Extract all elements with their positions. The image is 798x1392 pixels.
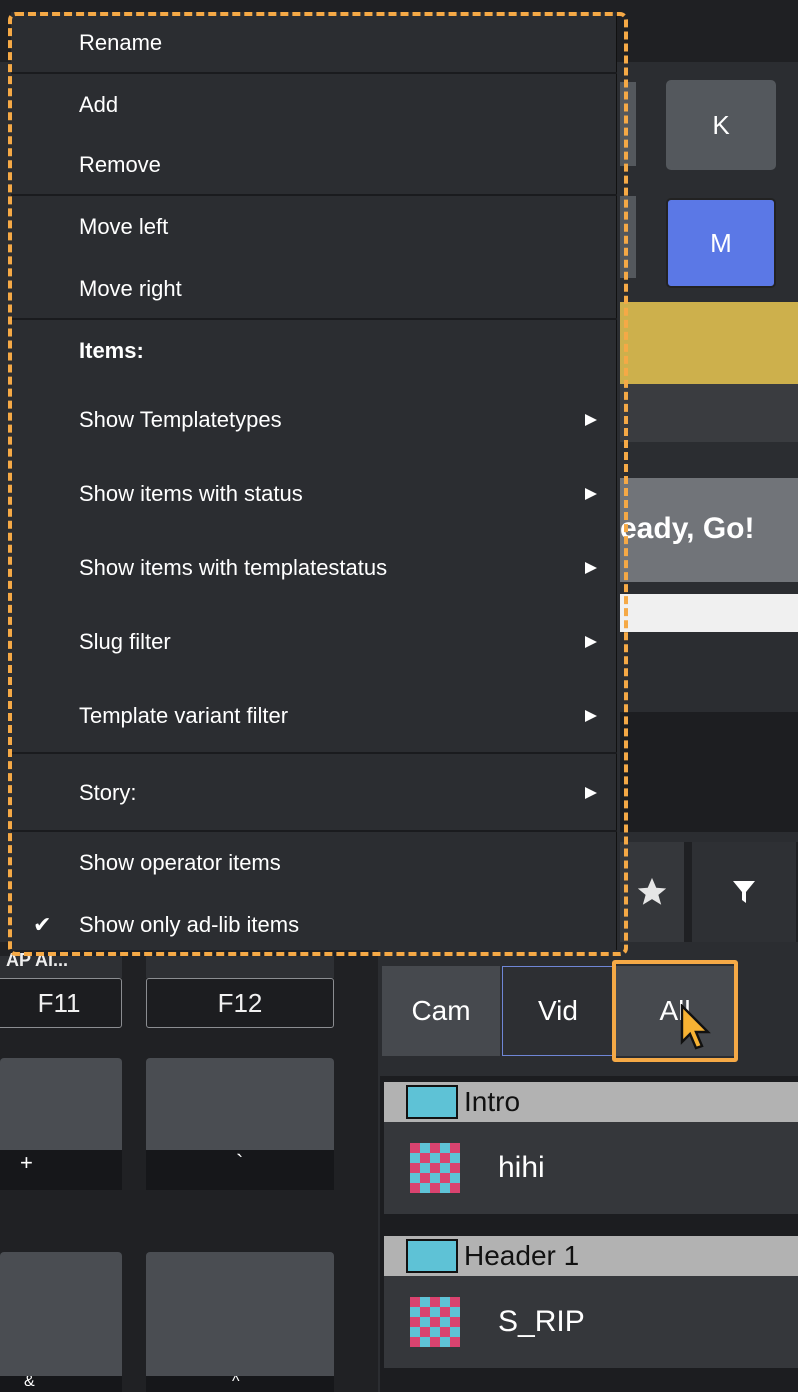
menu-item-label: Show operator items <box>79 850 281 875</box>
menu-section-label: Items: <box>79 338 144 363</box>
shortcut-cell-backtick-bar: ` <box>146 1150 334 1190</box>
dark-band <box>620 712 798 832</box>
filter-vid-button[interactable]: Vid <box>502 966 614 1056</box>
shortcut-cell-caret[interactable] <box>146 1252 334 1392</box>
key-m-label: M <box>710 227 732 258</box>
graphics-template-icon <box>410 1143 460 1193</box>
story-title: eady, Go! <box>620 512 755 545</box>
key-k-button[interactable]: K <box>666 80 776 170</box>
menu-item-label: Show items with templatestatus <box>79 555 388 580</box>
shortcut-cell-amp-bar: & <box>0 1376 122 1392</box>
filter-cam-label: Cam <box>411 995 471 1026</box>
menu-item-label: Slug filter <box>79 629 171 654</box>
menu-item-story[interactable]: Story: <box>11 760 617 826</box>
list-item-label: S_RIP <box>498 1305 585 1338</box>
menu-item-add[interactable]: Add <box>11 74 617 136</box>
story-title-box[interactable]: eady, Go! <box>620 478 798 582</box>
f12-label: F12 <box>217 987 263 1018</box>
list-item-label: hihi <box>498 1151 545 1184</box>
submenu-arrow-icon <box>585 414 597 426</box>
menu-item-label: Show only ad-lib items <box>79 912 300 937</box>
menu-item-show-templatetypes[interactable]: Show Templatetypes <box>11 388 617 452</box>
star-icon <box>635 875 669 909</box>
group-color-swatch <box>406 1085 458 1119</box>
key-k-label: K <box>712 109 730 140</box>
submenu-arrow-icon <box>585 787 597 799</box>
menu-item-label: Move right <box>79 276 182 301</box>
submenu-arrow-icon <box>585 636 597 648</box>
menu-item-label: Template variant filter <box>79 703 289 728</box>
all-button-highlight <box>612 960 738 1062</box>
list-item-s-rip[interactable]: S_RIP <box>384 1276 798 1368</box>
submenu-arrow-icon <box>585 562 597 574</box>
menu-item-slug-filter[interactable]: Slug filter <box>11 610 617 674</box>
f11-key[interactable]: F11 <box>0 978 122 1028</box>
shortcut-backtick-label: ` <box>236 1150 244 1175</box>
menu-item-rename[interactable]: Rename <box>11 12 617 74</box>
shortcut-plus-label: + <box>20 1150 33 1175</box>
progress-bar <box>620 594 798 632</box>
story-header-bar <box>620 384 798 442</box>
menu-item-label: Story: <box>79 780 137 805</box>
shortcut-cell-caret-bar: ^ <box>146 1376 334 1392</box>
checkmark-icon: ✔ <box>33 912 52 937</box>
menu-item-move-left[interactable]: Move left <box>11 196 617 258</box>
menu-item-template-variant-filter[interactable]: Template variant filter <box>11 684 617 748</box>
menu-item-label: Remove <box>79 152 161 177</box>
filter-vid-label: Vid <box>538 995 578 1026</box>
favorites-tab[interactable] <box>620 842 684 942</box>
menu-item-show-operator-items[interactable]: Show operator items <box>11 832 617 894</box>
key-edge-1 <box>620 82 636 166</box>
submenu-arrow-icon <box>585 488 597 500</box>
f12-key[interactable]: F12 <box>146 978 334 1028</box>
menu-section-items: Items: <box>11 320 617 382</box>
key-m-button[interactable]: M <box>666 198 776 288</box>
shortcut-amp-label: & <box>24 1376 35 1390</box>
menu-separator <box>11 752 617 754</box>
menu-item-label: Rename <box>79 30 163 55</box>
group-color-swatch <box>406 1239 458 1273</box>
menu-item-move-right[interactable]: Move right <box>11 258 617 320</box>
shortcut-cell-amp[interactable] <box>0 1252 122 1392</box>
menu-item-label: Add <box>79 92 119 117</box>
menu-item-show-only-adlib-items[interactable]: ✔ Show only ad-lib items <box>11 894 617 956</box>
shortcut-caret-label: ^ <box>232 1376 240 1390</box>
list-item-hihi[interactable]: hihi <box>384 1122 798 1214</box>
filter-funnel-icon <box>732 879 756 905</box>
filter-cam-button[interactable]: Cam <box>382 966 500 1056</box>
filter-tab[interactable] <box>692 842 796 942</box>
f11-label: F11 <box>37 987 81 1018</box>
mouse-cursor-icon <box>680 1003 712 1057</box>
menu-item-remove[interactable]: Remove <box>11 134 617 196</box>
fkey-top-strip-2 <box>146 956 334 978</box>
submenu-arrow-icon <box>585 710 597 722</box>
menu-item-label: Move left <box>79 214 169 239</box>
group-header-label: Intro <box>464 1086 521 1117</box>
shortcut-cell-plus-bar: + <box>0 1150 122 1190</box>
key-edge-2 <box>620 196 636 278</box>
group-header-label: Header 1 <box>464 1240 580 1271</box>
group-header-intro[interactable]: Intro <box>384 1082 798 1122</box>
menu-item-label: Show items with status <box>79 481 303 506</box>
on-air-bar <box>620 302 798 384</box>
menu-item-label: Show Templatetypes <box>79 407 282 432</box>
menu-item-show-items-with-status[interactable]: Show items with status <box>11 462 617 526</box>
group-header-header-1[interactable]: Header 1 <box>384 1236 798 1276</box>
menu-item-show-items-with-templatestatus[interactable]: Show items with templatestatus <box>11 536 617 600</box>
graphics-template-icon <box>410 1297 460 1347</box>
